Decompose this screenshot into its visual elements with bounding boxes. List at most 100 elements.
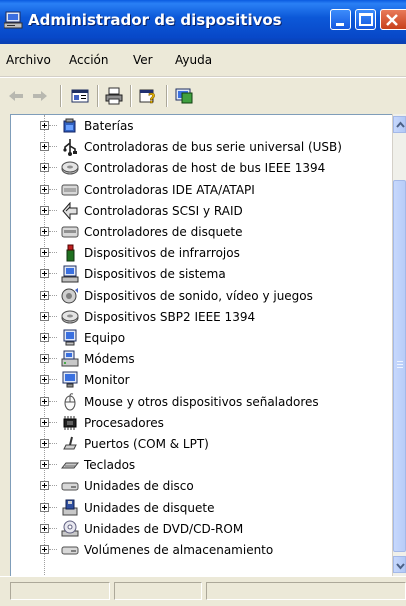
expand-icon[interactable] — [40, 248, 49, 258]
disk-drive-icon — [61, 482, 79, 491]
expand-icon[interactable] — [40, 502, 49, 512]
menu-accion[interactable]: Acción — [69, 53, 108, 67]
device-tree[interactable]: Baterías Controladoras de bus serie unive… — [10, 114, 406, 576]
status-panel — [114, 582, 202, 600]
expand-icon[interactable] — [40, 290, 49, 300]
sbp2-icon — [61, 310, 79, 324]
window-title: Administrador de dispositivos — [28, 11, 282, 29]
menu-ver[interactable]: Ver — [133, 53, 153, 67]
tree-connector — [49, 506, 57, 508]
port-icon — [63, 436, 77, 450]
tree-item[interactable]: Baterías — [11, 116, 391, 137]
toolbar-separator — [97, 85, 99, 107]
minimize-button[interactable] — [330, 9, 351, 30]
expand-icon[interactable] — [40, 417, 49, 427]
expand-icon[interactable] — [40, 184, 49, 194]
tree-connector — [49, 358, 57, 360]
tree-connector — [49, 421, 57, 423]
expand-icon[interactable] — [40, 354, 49, 364]
tree-item[interactable]: Unidades de disquete — [11, 498, 391, 519]
tree-connector — [49, 485, 57, 487]
expand-icon[interactable] — [40, 396, 49, 406]
tree-item-label: Dispositivos de infrarrojos — [84, 246, 240, 261]
menu-ayuda[interactable]: Ayuda — [175, 53, 212, 67]
tree-item[interactable]: Equipo — [11, 328, 391, 349]
close-icon — [386, 14, 398, 26]
tree-item-label: Unidades de disco — [84, 479, 194, 494]
expand-icon[interactable] — [40, 375, 49, 385]
expand-icon[interactable] — [40, 121, 49, 130]
grip-icon — [397, 361, 403, 368]
tree-item[interactable]: Volúmenes de almacenamiento — [11, 540, 391, 561]
tree-item-label: Baterías — [84, 119, 134, 133]
expand-icon[interactable] — [40, 269, 49, 279]
scroll-down-arrow-icon — [396, 563, 405, 570]
tree-item[interactable]: Puertos (COM & LPT) — [11, 434, 391, 455]
tree-item[interactable]: Dispositivos de sistema — [11, 264, 391, 285]
tree-item[interactable]: Controladoras IDE ATA/ATAPI — [11, 180, 391, 201]
title-bar[interactable]: Administrador de dispositivos — [0, 0, 406, 44]
properties-icon[interactable] — [70, 87, 90, 105]
expand-icon[interactable] — [40, 311, 49, 321]
tree-connector — [49, 231, 57, 232]
expand-icon[interactable] — [40, 227, 49, 236]
maximize-button[interactable] — [355, 9, 376, 30]
tree-item[interactable]: Controladores de disquete — [11, 222, 391, 243]
infrared-icon — [66, 244, 75, 262]
toolbar-separator — [60, 85, 62, 107]
toolbar-separator — [166, 85, 168, 107]
tree-item[interactable]: Dispositivos SBP2 IEEE 1394 — [11, 307, 391, 328]
tree-item[interactable]: Unidades de DVD/CD-ROM — [11, 519, 391, 540]
window-frame — [0, 114, 10, 576]
tree-item[interactable]: Dispositivos de infrarrojos — [11, 243, 391, 264]
expand-icon[interactable] — [40, 545, 49, 554]
expand-icon[interactable] — [40, 523, 49, 533]
tree-item-label: Mouse y otros dispositivos señaladores — [84, 394, 319, 409]
tree-item[interactable]: Teclados — [11, 455, 391, 476]
tree-item[interactable]: Mouse y otros dispositivos señaladores — [11, 392, 391, 413]
tree-connector — [49, 188, 57, 190]
tree-item[interactable]: Controladoras de bus serie universal (US… — [11, 137, 391, 158]
status-panel — [206, 582, 406, 600]
back-arrow-icon[interactable] — [6, 87, 26, 105]
tree-item[interactable]: Controladoras de host de bus IEEE 1394 — [11, 158, 391, 179]
tree-item[interactable]: Controladoras SCSI y RAID — [11, 201, 391, 222]
expand-icon[interactable] — [40, 163, 49, 173]
close-button[interactable] — [380, 9, 406, 30]
expand-icon[interactable] — [40, 460, 49, 470]
tree-connector — [49, 527, 57, 529]
tree-item[interactable]: Unidades de disco — [11, 476, 391, 497]
usb-icon — [63, 139, 77, 157]
tree-item[interactable]: Procesadores — [11, 413, 391, 434]
tree-item-label: Equipo — [84, 331, 126, 345]
forward-arrow-icon[interactable] — [30, 87, 50, 105]
tree-item-label: Teclados — [84, 458, 136, 473]
scroll-down-button[interactable] — [393, 556, 406, 573]
vertical-scrollbar[interactable] — [392, 114, 406, 576]
tree-connector — [49, 209, 57, 211]
status-bar — [0, 576, 406, 606]
scroll-up-button[interactable] — [393, 116, 406, 133]
toolbar: ? — [0, 77, 406, 114]
tree-item[interactable]: Monitor — [11, 370, 391, 391]
tree-item-label: Controladoras de bus serie universal (US… — [84, 140, 342, 155]
menu-bar: Archivo Acción Ver Ayuda — [0, 44, 406, 77]
battery-icon — [63, 118, 76, 133]
print-icon[interactable] — [104, 87, 124, 105]
scroll-thumb[interactable] — [393, 180, 406, 552]
expand-icon[interactable] — [40, 205, 49, 215]
expand-icon[interactable] — [40, 333, 49, 342]
expand-icon[interactable] — [40, 142, 49, 152]
system-device-icon — [61, 265, 79, 283]
tree-item[interactable]: Módems — [11, 349, 391, 370]
menu-archivo[interactable]: Archivo — [6, 53, 51, 67]
maximize-icon — [359, 13, 373, 26]
tree-item-label: Procesadores — [84, 415, 164, 430]
help-icon[interactable]: ? — [138, 87, 158, 105]
keyboard-icon — [61, 462, 79, 469]
expand-icon[interactable] — [40, 481, 49, 491]
scan-hardware-icon[interactable] — [174, 87, 194, 105]
tree-item[interactable]: Dispositivos de sonido, vídeo y juegos — [11, 286, 391, 307]
expand-icon[interactable] — [40, 439, 49, 448]
toolbar-separator — [130, 85, 132, 107]
